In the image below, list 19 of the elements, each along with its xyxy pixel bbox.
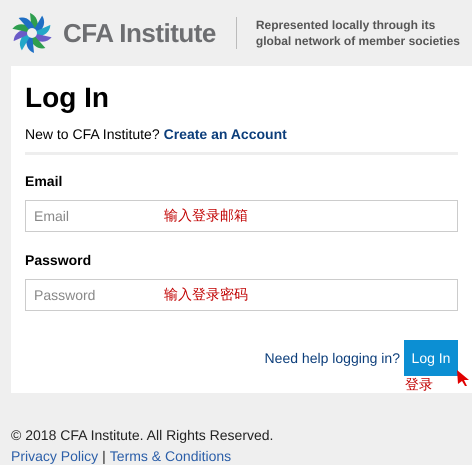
tagline: Represented locally through its — [256, 17, 436, 33]
signup-prompt: New to CFA Institute? — [25, 125, 160, 143]
login-button[interactable]: Log In — [404, 340, 458, 376]
page-title: Log In — [25, 81, 110, 115]
field-label: Password — [25, 252, 92, 268]
field-label: Email — [25, 173, 62, 189]
tagline: global network of member societies — [256, 33, 460, 49]
annotation-text: 登录 — [405, 375, 433, 393]
footer-link[interactable]: Privacy Policy — [11, 446, 98, 465]
logo-icon — [10, 11, 54, 55]
link-separator: | — [102, 447, 106, 465]
cursor-icon — [456, 369, 470, 387]
annotation-text: 输入登录密码 — [164, 285, 248, 303]
brand-name: CFA Institute — [63, 16, 216, 50]
help-link[interactable]: Need help logging in? — [264, 348, 400, 368]
annotation-text: 输入登录邮箱 — [164, 206, 248, 224]
footer-link[interactable]: Terms & Conditions — [110, 446, 232, 465]
copyright-text: © 2018 CFA Institute. All Rights Reserved. — [11, 426, 274, 445]
create-account-link[interactable]: Create an Account — [164, 125, 287, 143]
